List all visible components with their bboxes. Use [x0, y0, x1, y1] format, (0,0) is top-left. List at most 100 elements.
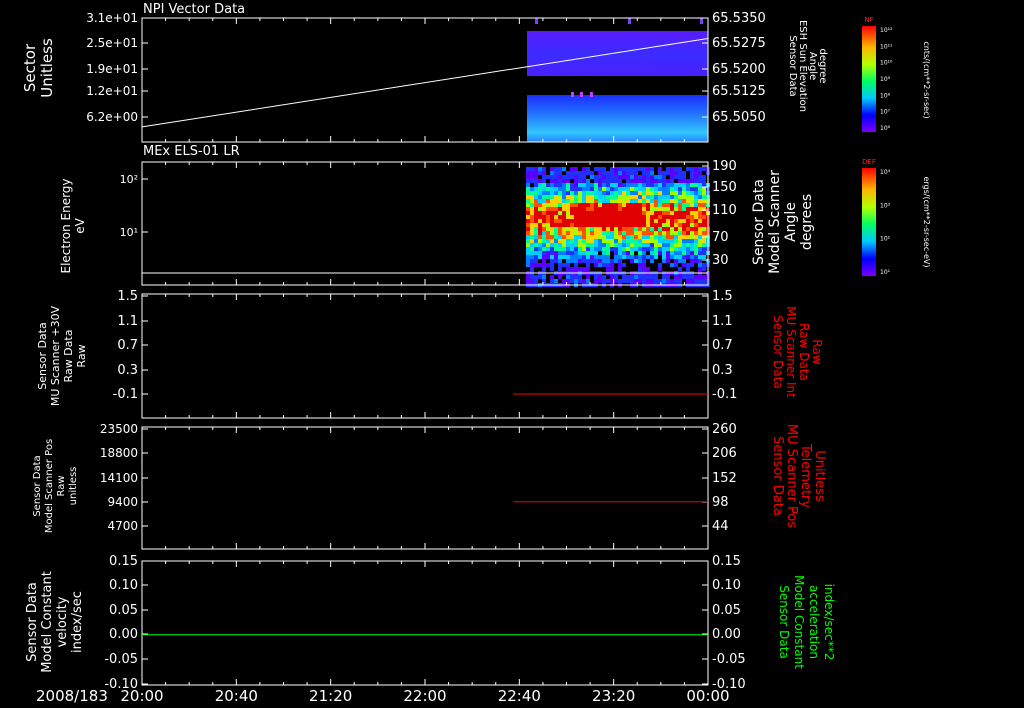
els-heatmap-cell	[638, 211, 642, 215]
npi-title: NPI Vector Data	[143, 2, 245, 17]
els-heatmap-cell	[566, 195, 570, 199]
els-heatmap-cell	[690, 243, 694, 247]
els-heatmap-cell	[570, 211, 574, 215]
els-heatmap-cell	[670, 175, 674, 179]
els-heatmap-cell	[630, 171, 634, 175]
els-heatmap-cell	[554, 203, 558, 207]
velocity-left-tick-label: 0.10	[109, 578, 138, 593]
els-heatmap-cell	[686, 243, 690, 247]
els-heatmap-cell	[606, 171, 610, 175]
els-heatmap-cell	[566, 175, 570, 179]
els-heatmap-cell	[606, 247, 610, 251]
els-heatmap-cell	[570, 175, 574, 179]
els-heatmap-cell	[606, 203, 610, 207]
els-heatmap-cell	[550, 175, 554, 179]
velocity-left-label-2: Model Constant	[40, 571, 55, 673]
els-heatmap-cell	[554, 243, 558, 247]
els-heatmap-cell	[550, 251, 554, 255]
els-heatmap-cell	[534, 207, 538, 211]
els-heatmap-cell	[534, 187, 538, 191]
els-heatmap-cell	[586, 187, 590, 191]
els-heatmap-cell	[554, 199, 558, 203]
els-heatmap-cell	[702, 215, 706, 219]
els-heatmap-cell	[546, 251, 550, 255]
els-heatmap-cell	[662, 195, 666, 199]
els-heatmap-cell	[598, 171, 602, 175]
els-heatmap-cell	[530, 255, 534, 259]
els-heatmap-cell	[602, 215, 606, 219]
els-heatmap-cell	[542, 203, 546, 207]
els-heatmap-cell	[526, 247, 530, 251]
els-heatmap-cell	[698, 183, 702, 187]
els-heatmap-cell	[634, 211, 638, 215]
els-heatmap-cell	[702, 255, 706, 259]
els-heatmap-cell	[678, 207, 682, 211]
els-heatmap-cell	[570, 243, 574, 247]
els-heatmap-cell	[602, 219, 606, 223]
els-heatmap-cell	[530, 171, 534, 175]
els-heatmap-cell	[638, 183, 642, 187]
els-heatmap-cell	[674, 255, 678, 259]
multi-panel-chart: NPI Vector Data 3.1e+01 2.5e+01 1.9e+01 1.2…	[21, 2, 931, 705]
els-heatmap-cell	[558, 211, 562, 215]
els-heatmap-cell	[626, 215, 630, 219]
els-heatmap-cell	[558, 207, 562, 211]
els-heatmap-cell	[538, 203, 542, 207]
els-heatmap-cell	[566, 227, 570, 231]
els-heatmap-cell	[686, 179, 690, 183]
els-heatmap-cell	[614, 183, 618, 187]
els-heatmap-cell	[542, 239, 546, 243]
els-heatmap-cell	[606, 267, 610, 271]
panel-mu_raw: 1.5 1.1 0.7 0.3 -0.1 1.5 1.1 0.7 0.3 -0.1 Sensor D…	[36, 289, 824, 419]
els-heatmap-cell	[642, 243, 646, 247]
els-heatmap-cell	[666, 187, 670, 191]
els-heatmap-cell	[662, 191, 666, 195]
els-right-tick-label: 150	[712, 180, 737, 195]
els-heatmap-cell	[666, 179, 670, 183]
els-heatmap-cell	[566, 275, 570, 279]
els-heatmap-cell	[578, 259, 582, 263]
els-heatmap-cell	[570, 199, 574, 203]
els-heatmap-cell	[618, 279, 622, 283]
els-heatmap-cell	[646, 167, 650, 171]
els-heatmap-cell	[598, 231, 602, 235]
els-heatmap-cell	[674, 247, 678, 251]
els-heatmap-cell	[598, 183, 602, 187]
els-heatmap-cell	[570, 227, 574, 231]
els-heatmap-cell	[634, 239, 638, 243]
els-heatmap-cell	[570, 247, 574, 251]
els-heatmap-cell	[546, 227, 550, 231]
scanner_pos-right-label-2: MU Scanner Pos	[784, 424, 799, 529]
els-heatmap-cell	[646, 243, 650, 247]
els-heatmap-cell	[630, 199, 634, 203]
els-heatmap-cell	[594, 235, 598, 239]
els-heatmap-cell	[582, 235, 586, 239]
panel-npi: NPI Vector Data 3.1e+01 2.5e+01 1.9e+01 1.2…	[21, 2, 931, 143]
els-heatmap-cell	[698, 235, 702, 239]
els-heatmap-cell	[562, 243, 566, 247]
els-heatmap-cell	[602, 171, 606, 175]
els-heatmap-cell	[666, 207, 670, 211]
els-heatmap-cell	[690, 255, 694, 259]
els-heatmap-cell	[606, 183, 610, 187]
els-heatmap-cell	[674, 215, 678, 219]
els-heatmap-cell	[606, 227, 610, 231]
els-heatmap-cell	[526, 191, 530, 195]
els-heatmap-cell	[526, 251, 530, 255]
els-heatmap-cell	[590, 219, 594, 223]
els-heatmap-cell	[574, 279, 578, 283]
els-heatmap-cell	[702, 275, 706, 279]
els-heatmap-cell	[590, 215, 594, 219]
els-heatmap-cell	[634, 171, 638, 175]
els-heatmap-cell	[602, 227, 606, 231]
els-heatmap-cell	[622, 223, 626, 227]
els-heatmap-cell	[690, 211, 694, 215]
els-heatmap-cell	[650, 171, 654, 175]
els-heatmap-cell	[654, 211, 658, 215]
els-heatmap-cell	[602, 195, 606, 199]
els-heatmap-cell	[658, 171, 662, 175]
els-heatmap-cell	[534, 215, 538, 219]
els-heatmap-cell	[666, 243, 670, 247]
els-heatmap-cell	[654, 215, 658, 219]
time-tick-label: 00:00	[686, 687, 729, 705]
